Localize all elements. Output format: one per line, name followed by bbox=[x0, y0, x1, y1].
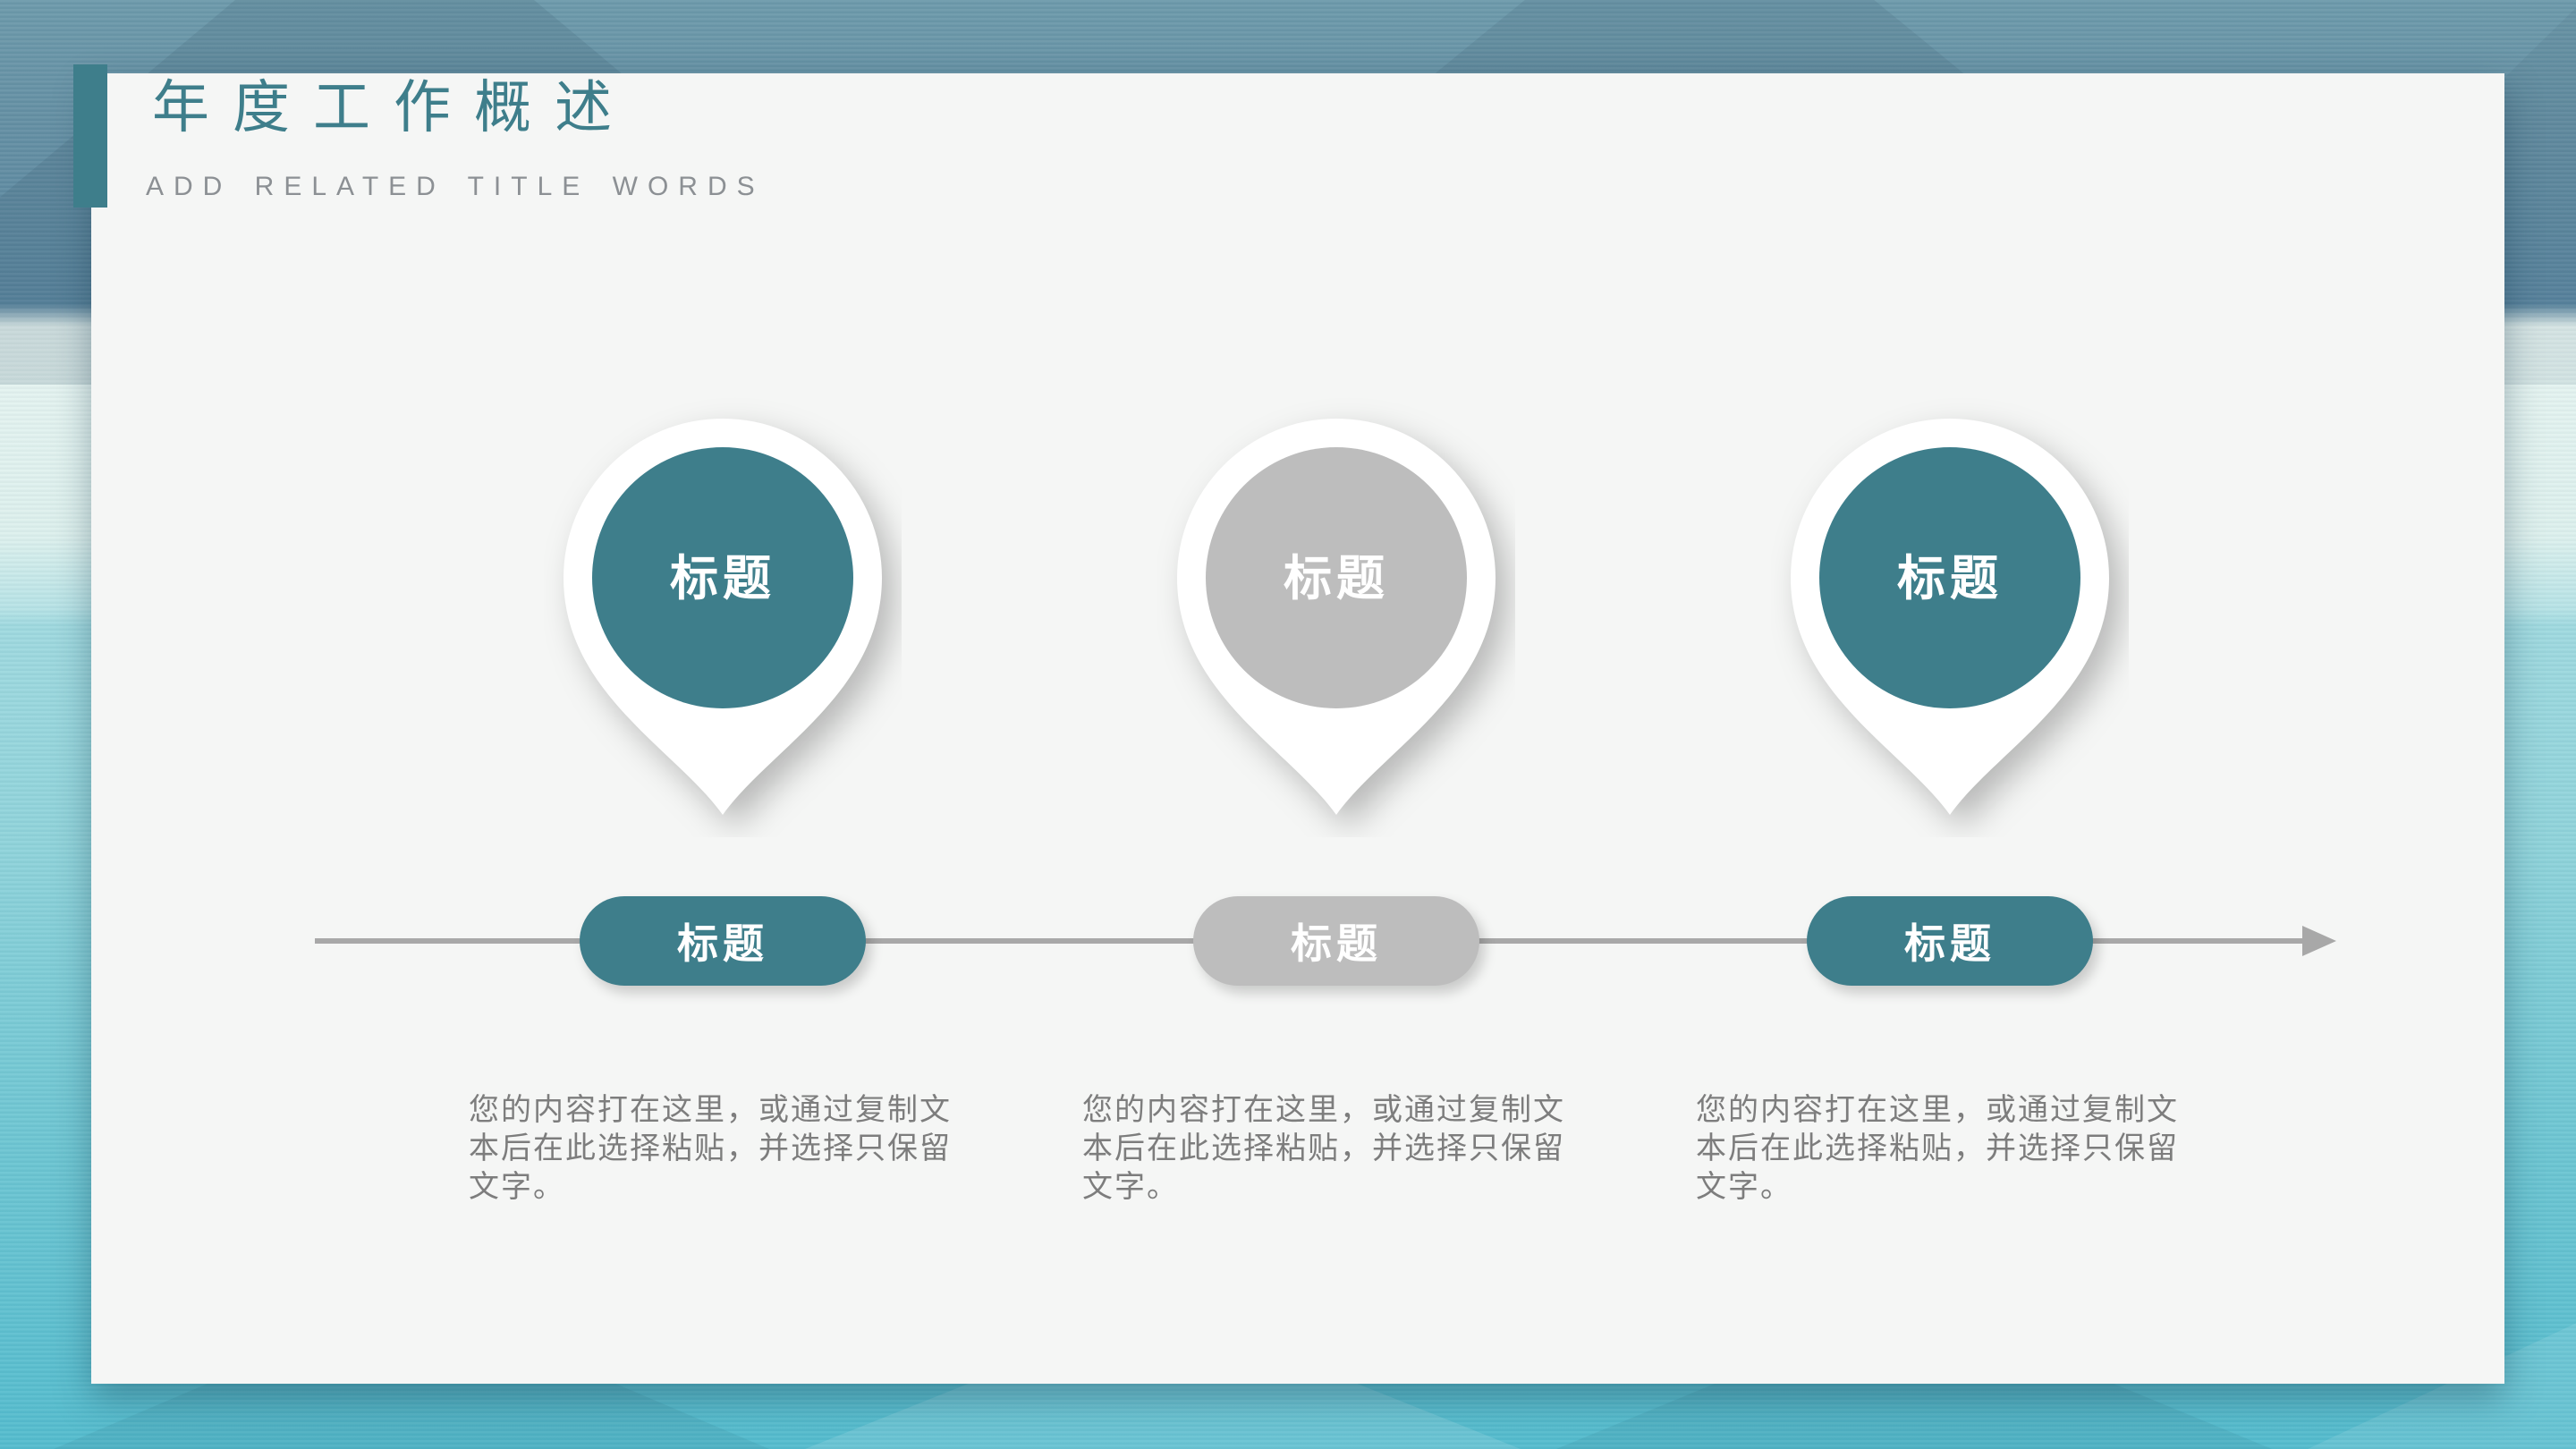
page-title: 年度工作概述 bbox=[152, 75, 635, 141]
timeline-pill-2: 标题 bbox=[1193, 896, 1479, 986]
description-text-3: 您的内容打在这里，或通过复制文本后在此选择粘贴，并选择只保留文字。 bbox=[1696, 1091, 2199, 1207]
pin-label: 标题 bbox=[670, 552, 775, 606]
timeline-pill-3: 标题 bbox=[1807, 896, 2093, 986]
pin-label: 标题 bbox=[1284, 552, 1389, 606]
pin-marker-3: 标题 bbox=[1771, 390, 2129, 837]
description-text-2: 您的内容打在这里，或通过复制文本后在此选择粘贴，并选择只保留文字。 bbox=[1082, 1091, 1585, 1207]
pin-label: 标题 bbox=[1897, 552, 2003, 606]
page-subtitle: ADD RELATED TITLE WORDS bbox=[146, 172, 765, 202]
title-accent-bar bbox=[73, 64, 107, 208]
pill-label: 标题 bbox=[1904, 911, 1996, 970]
pin-marker-2: 标题 bbox=[1157, 390, 1515, 837]
slide: 年度工作概述 ADD RELATED TITLE WORDS 标题 标题 标题 … bbox=[0, 0, 2576, 1449]
pill-label: 标题 bbox=[677, 911, 768, 970]
pill-label: 标题 bbox=[1291, 911, 1382, 970]
timeline-arrow-icon bbox=[2302, 926, 2336, 956]
description-text-1: 您的内容打在这里，或通过复制文本后在此选择粘贴，并选择只保留文字。 bbox=[469, 1091, 971, 1207]
pin-marker-1: 标题 bbox=[544, 390, 902, 837]
timeline-pill-1: 标题 bbox=[580, 896, 866, 986]
